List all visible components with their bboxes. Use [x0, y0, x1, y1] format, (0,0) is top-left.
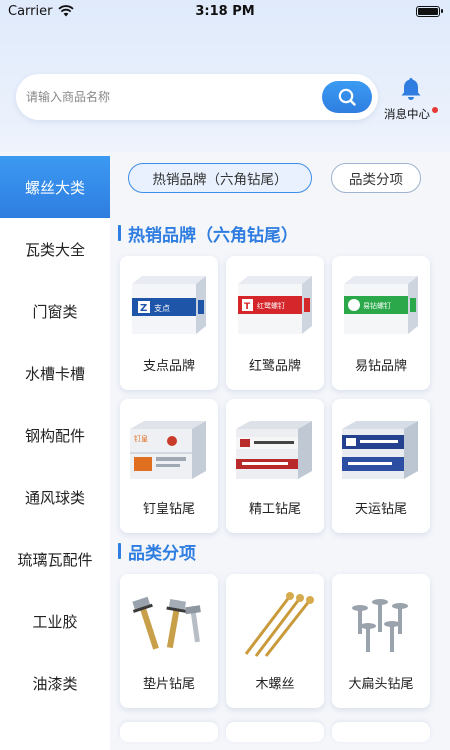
product-card-yizuan[interactable]: 易钻螺钉 易钻品牌	[332, 256, 430, 390]
tab-categories[interactable]: 品类分项	[331, 163, 421, 193]
section-title-text: 热销品牌（六角钻尾）	[128, 225, 298, 246]
section-bar	[118, 225, 121, 241]
svg-text:红鹭螺钉: 红鹭螺钉	[257, 301, 285, 310]
product-card-partial[interactable]	[226, 722, 324, 742]
section-title-hot-brands: 热销品牌（六角钻尾）	[118, 222, 298, 246]
svg-text:易钻螺钉: 易钻螺钉	[363, 301, 391, 310]
product-label: 垫片钻尾	[142, 677, 195, 692]
product-card-partial[interactable]	[332, 722, 430, 742]
flat-head-screws-image	[352, 599, 408, 652]
main-content: 热销品牌（六角钻尾） 品类分项 热销品牌（六角钻尾） Z 支点 支点品牌 T 红…	[110, 156, 450, 750]
product-label: 支点品牌	[142, 359, 195, 374]
red-box-image: T 红鹭螺钉	[238, 276, 312, 334]
product-label: 精工钻尾	[248, 502, 301, 517]
sidebar-item-screws[interactable]: 螺丝大类	[0, 156, 110, 218]
stacked-boxes-orange-image: 钉皇	[130, 421, 206, 479]
product-label: 易钻品牌	[354, 359, 407, 374]
sidebar-item-tiles[interactable]: 瓦类大全	[0, 218, 110, 280]
product-label: 钉皇钻尾	[142, 502, 195, 517]
washer-screws-image	[132, 596, 201, 650]
category-sidebar: 螺丝大类 瓦类大全 门窗类 水槽卡槽 钢构配件 通风球类 琉璃瓦配件 工业胶 油…	[0, 156, 110, 750]
product-label: 红鹭品牌	[248, 359, 301, 374]
stacked-boxes-red-image	[236, 421, 312, 479]
svg-text:钉皇: 钉皇	[134, 434, 148, 443]
product-card-wood-screws[interactable]: 木螺丝	[226, 574, 324, 708]
product-label: 大扁头钻尾	[348, 677, 414, 692]
product-card-honglu[interactable]: T 红鹭螺钉 红鹭品牌	[226, 256, 324, 390]
product-card-flat-head-screws[interactable]: 大扁头钻尾	[332, 574, 430, 708]
search-button[interactable]	[322, 81, 372, 113]
sidebar-item-vent-balls[interactable]: 通风球类	[0, 466, 110, 528]
blue-box-image: Z 支点	[132, 276, 206, 334]
sidebar-item-paint[interactable]: 油漆类	[0, 652, 110, 714]
sidebar-item-doors-windows[interactable]: 门窗类	[0, 280, 110, 342]
sidebar-item-steel-parts[interactable]: 钢构配件	[0, 404, 110, 466]
svg-text:Z: Z	[140, 303, 147, 314]
search-bar	[16, 74, 378, 120]
product-card-tianyun[interactable]: 天运钻尾	[332, 399, 430, 533]
section-bar	[118, 543, 121, 559]
product-label: 天运钻尾	[354, 502, 407, 517]
search-icon	[338, 88, 356, 106]
status-bar: Carrier 3:18 PM	[0, 0, 450, 24]
product-card-zhidian[interactable]: Z 支点 支点品牌	[120, 256, 218, 390]
product-card-dinghuang[interactable]: 钉皇 钉皇钻尾	[120, 399, 218, 533]
sidebar-item-sink-slots[interactable]: 水槽卡槽	[0, 342, 110, 404]
sidebar-item-glazed-tile-parts[interactable]: 琉璃瓦配件	[0, 528, 110, 590]
product-card-jinggong[interactable]: 精工钻尾	[226, 399, 324, 533]
search-input[interactable]	[26, 82, 316, 112]
battery-icon	[416, 6, 443, 17]
bell-icon	[401, 78, 421, 100]
section-title-text: 品类分项	[128, 543, 196, 564]
wood-screws-image	[244, 592, 314, 657]
green-box-image: 易钻螺钉	[344, 276, 418, 334]
sidebar-item-industrial-glue[interactable]: 工业胶	[0, 590, 110, 652]
product-label: 木螺丝	[255, 677, 295, 692]
product-card-partial[interactable]	[120, 722, 218, 742]
notification-dot	[432, 107, 438, 113]
stacked-boxes-blue-image	[342, 421, 418, 479]
tab-hot-brands[interactable]: 热销品牌（六角钻尾）	[128, 163, 312, 193]
status-time: 3:18 PM	[195, 4, 255, 19]
message-center-button[interactable]: 消息中心	[382, 76, 442, 124]
product-card-washer-screws[interactable]: 垫片钻尾	[120, 574, 218, 708]
svg-text:支点: 支点	[154, 303, 170, 313]
section-title-categories: 品类分项	[118, 540, 196, 564]
svg-text:T: T	[244, 302, 251, 312]
message-center-label: 消息中心	[384, 107, 430, 121]
